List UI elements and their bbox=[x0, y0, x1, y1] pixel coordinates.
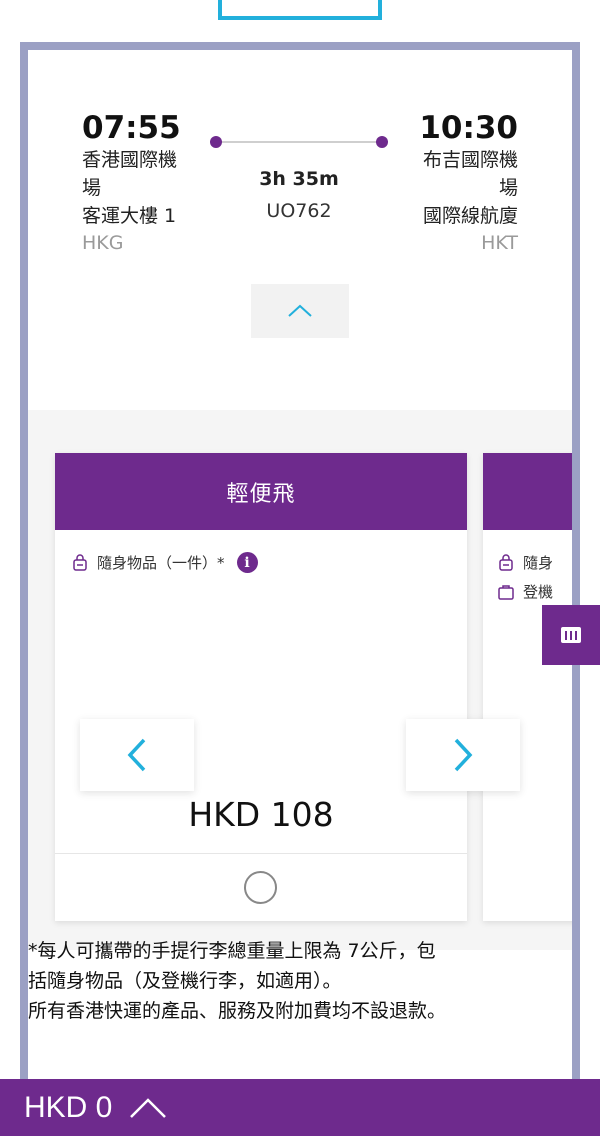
arrival-airport-name-line1: 布吉國際機 bbox=[422, 149, 518, 171]
suitcase-icon bbox=[498, 584, 514, 600]
fare-card-next[interactable]: 隨身 登機 bbox=[483, 453, 572, 921]
fare-price: HKD 108 bbox=[188, 795, 334, 834]
route-destination-dot bbox=[376, 136, 388, 148]
fare-benefit-carry-on: 隨身 bbox=[497, 552, 553, 573]
chevron-up-icon bbox=[288, 304, 312, 317]
departure-terminal: 客運大樓 1 bbox=[82, 205, 177, 227]
flight-number: UO762 bbox=[266, 200, 332, 222]
card-divider bbox=[55, 853, 467, 854]
departure-airport-name-line1: 香港國際機 bbox=[82, 149, 178, 171]
arrival-airport-name-line2: 場 bbox=[498, 177, 518, 199]
departure-code: HKG bbox=[82, 232, 124, 254]
total-price: HKD 0 bbox=[24, 1090, 113, 1124]
carousel-next-button[interactable] bbox=[406, 719, 520, 791]
fare-name: 輕便飛 bbox=[55, 453, 467, 530]
chevron-right-icon bbox=[454, 738, 473, 772]
arrival-terminal: 國際線航廈 bbox=[422, 205, 518, 227]
columns-icon bbox=[561, 627, 581, 643]
chevron-up-icon bbox=[130, 1097, 167, 1118]
fare-carousel: 輕便飛 隨身物品（一件）* i HKD 108 隨身 登機 bbox=[28, 410, 572, 950]
arrival-time: 10:30 bbox=[419, 110, 518, 146]
fare-benefit-label: 登機 bbox=[523, 583, 554, 601]
expand-summary-button[interactable] bbox=[128, 1093, 168, 1123]
fare-benefit-label: 隨身物品（一件）* bbox=[97, 554, 225, 572]
flight-duration: 3h 35m bbox=[259, 168, 339, 190]
fare-select-radio[interactable] bbox=[244, 871, 277, 904]
departure-airport-name-line2: 場 bbox=[82, 177, 102, 199]
backpack-icon bbox=[73, 553, 87, 571]
fare-benefit-carry-on: 隨身物品（一件）* i bbox=[71, 552, 258, 573]
departure-airport: 香港國際機 場 客運大樓 1 bbox=[82, 146, 212, 230]
fare-benefit-label: 隨身 bbox=[523, 554, 554, 572]
fare-benefit-checked-bag: 登機 bbox=[497, 581, 553, 602]
route-origin-dot bbox=[210, 136, 222, 148]
arrival-airport: 布吉國際機 場 國際線航廈 bbox=[388, 146, 518, 230]
arrival-code: HKT bbox=[481, 232, 518, 254]
baggage-note-line2: 括隨身物品（及登機行李，如適用）。 bbox=[28, 970, 342, 992]
info-icon[interactable]: i bbox=[236, 552, 258, 573]
carousel-prev-button[interactable] bbox=[80, 719, 194, 791]
fare-name-next bbox=[483, 453, 572, 530]
departure-time: 07:55 bbox=[82, 110, 181, 146]
route-line bbox=[210, 134, 388, 150]
top-tab-outline[interactable] bbox=[218, 0, 382, 20]
route-line-track bbox=[216, 141, 382, 143]
baggage-note: *每人可攜帶的手提行李總重量上限為 7公斤，包 括隨身物品（及登機行李，如適用）… bbox=[28, 936, 538, 1026]
collapse-details-button[interactable] bbox=[251, 284, 349, 338]
fare-card-basic[interactable]: 輕便飛 隨身物品（一件）* i HKD 108 bbox=[55, 453, 467, 921]
backpack-icon bbox=[499, 553, 513, 571]
price-summary-bar[interactable]: HKD 0 bbox=[0, 1079, 600, 1136]
baggage-note-line3: 所有香港快運的產品、服務及附加費均不設退款。 bbox=[28, 1000, 447, 1022]
chevron-left-icon bbox=[127, 738, 146, 772]
baggage-note-line1: *每人可攜帶的手提行李總重量上限為 7公斤，包 bbox=[28, 940, 436, 962]
side-menu-button[interactable] bbox=[542, 605, 600, 665]
